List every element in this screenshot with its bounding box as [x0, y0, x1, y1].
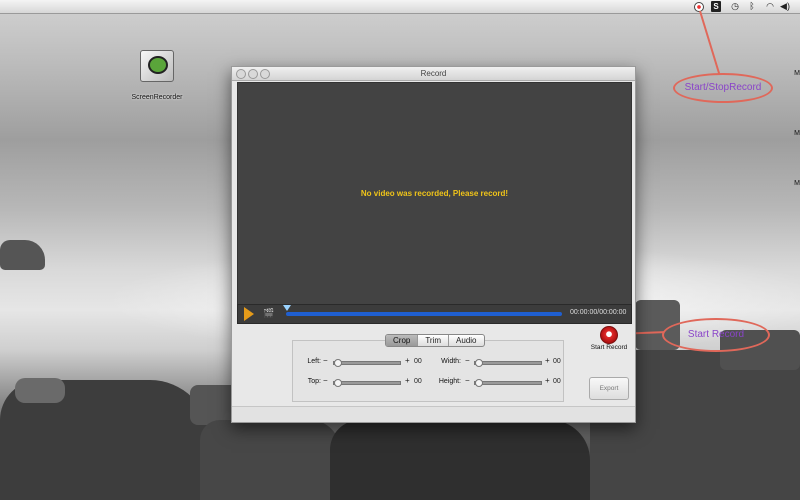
no-video-message: No video was recorded, Please record! — [360, 189, 509, 198]
left-label: Left: — [307, 358, 321, 365]
play-icon[interactable] — [244, 307, 254, 321]
top-row: Top: — [293, 378, 321, 385]
top-minus-button[interactable]: − — [323, 376, 328, 385]
width-slider[interactable] — [474, 359, 542, 367]
zoom-button[interactable] — [260, 69, 270, 79]
volume-icon[interactable]: ◀) — [780, 1, 790, 12]
export-button[interactable]: Export — [589, 377, 629, 400]
timeline-playhead[interactable] — [283, 305, 291, 311]
edit-area: Left: − + 00 Width: − + 00 Top: − + 00 H… — [237, 324, 630, 402]
tab-audio[interactable]: Audio — [449, 335, 483, 346]
left-slider[interactable] — [333, 359, 401, 367]
close-button[interactable] — [236, 69, 246, 79]
left-value: 00 — [414, 358, 422, 365]
start-record-button[interactable] — [600, 326, 618, 344]
top-plus-button[interactable]: + — [405, 376, 410, 385]
video-preview: No video was recorded, Please record! — [237, 82, 632, 305]
rock — [15, 378, 65, 403]
window-title: Record — [420, 69, 447, 78]
left-slider-knob[interactable] — [334, 359, 342, 367]
wifi-icon[interactable]: ◠ — [764, 1, 776, 12]
rock — [0, 240, 45, 270]
record-window: Record No video was recorded, Please rec… — [231, 66, 636, 423]
start-record-label[interactable]: Start Record — [584, 344, 634, 351]
menu-bar: S ◷ ᛒ ◠ ◀) — [0, 0, 800, 14]
height-plus-button[interactable]: + — [545, 376, 550, 385]
edit-panel: Left: − + 00 Width: − + 00 Top: − + 00 H… — [292, 340, 564, 402]
desktop-edge-label: M — [794, 130, 800, 137]
top-slider-knob[interactable] — [334, 379, 342, 387]
height-slider[interactable] — [474, 379, 542, 387]
edit-tabs: Crop Trim Audio — [385, 334, 485, 347]
rock — [330, 420, 590, 500]
clapperboard-icon[interactable]: 🎬 — [263, 307, 274, 319]
desktop-edge-label: M — [794, 180, 800, 187]
height-slider-knob[interactable] — [475, 379, 483, 387]
height-label: Height: — [438, 378, 461, 385]
top-slider[interactable] — [333, 379, 401, 387]
width-label: Width: — [441, 358, 461, 365]
left-plus-button[interactable]: + — [405, 356, 410, 365]
tab-crop[interactable]: Crop — [386, 335, 419, 346]
width-row: Width: — [433, 358, 461, 365]
window-status-bar — [232, 406, 635, 422]
playback-controls: 🎬 00:00:00/00:00:00 — [237, 304, 632, 324]
width-value: 00 — [553, 358, 561, 365]
desktop-icon-label: ScreenRecorder — [131, 94, 183, 101]
time-readout: 00:00:00/00:00:00 — [570, 309, 627, 316]
script-icon[interactable]: S — [711, 1, 721, 12]
left-row: Left: — [293, 358, 321, 365]
desktop-icon-screenrecorder[interactable]: ScreenRecorder — [124, 50, 190, 101]
annotation-start-record: Start Record — [662, 318, 770, 352]
height-minus-button[interactable]: − — [465, 376, 470, 385]
tab-trim[interactable]: Trim — [418, 335, 450, 346]
width-minus-button[interactable]: − — [465, 356, 470, 365]
rock — [200, 420, 340, 500]
window-titlebar[interactable]: Record — [232, 67, 635, 81]
minimize-button[interactable] — [248, 69, 258, 79]
annotation-start-stop-record: Start/StopRecord — [673, 73, 773, 103]
width-plus-button[interactable]: + — [545, 356, 550, 365]
height-value: 00 — [553, 378, 561, 385]
top-label: Top: — [307, 378, 321, 385]
left-minus-button[interactable]: − — [323, 356, 328, 365]
top-value: 00 — [414, 378, 422, 385]
bluetooth-icon[interactable]: ᛒ — [747, 1, 757, 12]
time-machine-icon[interactable]: ◷ — [729, 1, 741, 12]
screenrecorder-app-icon — [140, 50, 174, 82]
width-slider-knob[interactable] — [475, 359, 483, 367]
timeline-track[interactable] — [286, 312, 562, 316]
desktop-edge-label: M — [794, 70, 800, 77]
height-row: Height: — [433, 378, 461, 385]
